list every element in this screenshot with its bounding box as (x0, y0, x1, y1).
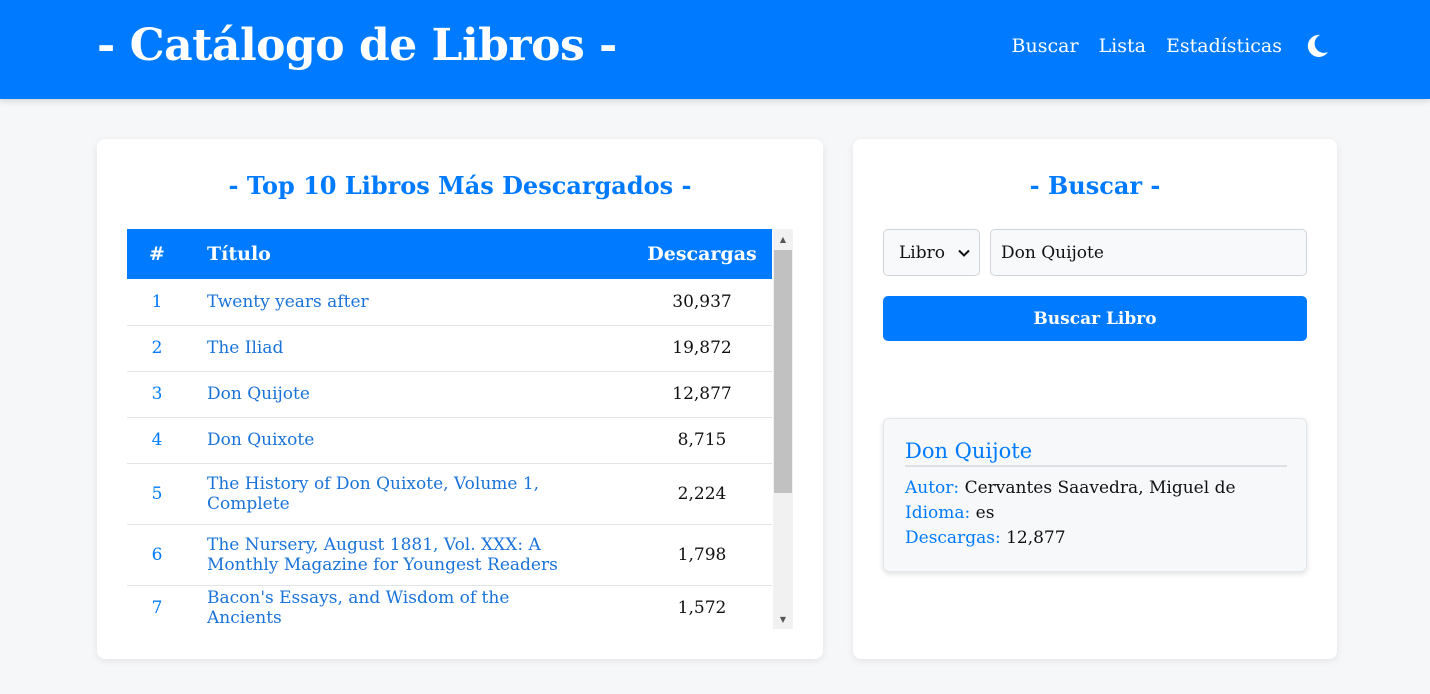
search-type-select[interactable]: Libro (883, 229, 980, 276)
table-row: 7 Bacon's Essays, and Wisdom of the Anci… (127, 585, 772, 629)
main-nav: Buscar Lista Estadísticas (1012, 32, 1330, 60)
column-header-num: # (149, 243, 165, 265)
table-scrollbar[interactable]: ▲ ▼ (773, 229, 793, 629)
row-downloads: 1,798 (677, 544, 727, 565)
table-row: 2 The Iliad 19,872 (127, 325, 772, 371)
row-book-title-link[interactable]: Don Quijote (187, 371, 632, 417)
row-rank: 2 (151, 338, 163, 358)
row-rank: 4 (151, 430, 163, 450)
chevron-down-icon (957, 245, 971, 259)
search-type-selected: Libro (899, 242, 945, 263)
row-downloads: 2,224 (677, 483, 727, 504)
nav-link-estadisticas[interactable]: Estadísticas (1166, 35, 1282, 57)
row-rank: 3 (151, 384, 163, 404)
top10-title: - Top 10 Libros Más Descargados - (228, 171, 692, 200)
column-header-title: Título (207, 243, 271, 265)
moon-icon[interactable] (1304, 32, 1330, 60)
row-downloads: 8,715 (677, 430, 727, 450)
result-card: Don Quijote Autor: Cervantes Saavedra, M… (883, 418, 1307, 572)
table-row: 3 Don Quijote 12,877 (127, 371, 772, 417)
top10-table: # Título Descargas 1 Twenty years after … (127, 229, 772, 629)
row-rank: 7 (151, 598, 163, 618)
result-author: Autor: Cervantes Saavedra, Miguel de (905, 478, 1236, 498)
search-row: Libro (883, 229, 1307, 276)
scroll-down-arrow-icon[interactable]: ▼ (773, 609, 793, 629)
result-book-title[interactable]: Don Quijote (905, 439, 1287, 467)
row-book-title-link[interactable]: The Iliad (187, 325, 632, 371)
top10-table-container[interactable]: # Título Descargas 1 Twenty years after … (127, 229, 793, 629)
result-author-label: Autor: (905, 478, 960, 498)
table-row: 1 Twenty years after 30,937 (127, 279, 772, 325)
result-language-label: Idioma: (905, 503, 971, 523)
table-row: 4 Don Quixote 8,715 (127, 417, 772, 463)
nav-link-lista[interactable]: Lista (1099, 35, 1146, 57)
row-downloads: 30,937 (672, 291, 732, 312)
row-downloads: 19,872 (672, 338, 732, 358)
row-book-title-link[interactable]: Twenty years after (187, 279, 632, 325)
row-book-title-link[interactable]: Bacon's Essays, and Wisdom of the Ancien… (187, 585, 632, 629)
row-downloads: 12,877 (672, 384, 732, 404)
scroll-up-arrow-icon[interactable]: ▲ (773, 229, 793, 249)
table-row: 5 The History of Don Quixote, Volume 1, … (127, 463, 772, 524)
row-downloads: 1,572 (677, 598, 727, 618)
row-rank: 1 (151, 291, 163, 312)
result-language: Idioma: es (905, 503, 994, 523)
table-header-row: # Título Descargas (127, 229, 772, 279)
row-rank: 5 (151, 483, 163, 504)
row-rank: 6 (151, 544, 163, 565)
result-downloads: Descargas: 12,877 (905, 528, 1066, 548)
top10-card: - Top 10 Libros Más Descargados - # Títu… (97, 139, 823, 659)
row-book-title-link[interactable]: Don Quixote (187, 417, 632, 463)
search-book-button[interactable]: Buscar Libro (883, 296, 1307, 341)
search-title: - Buscar - (1029, 171, 1161, 200)
search-input[interactable] (990, 229, 1307, 276)
result-language-value: es (975, 503, 995, 523)
table-row: 6 The Nursery, August 1881, Vol. XXX: A … (127, 524, 772, 585)
nav-link-buscar[interactable]: Buscar (1012, 35, 1079, 57)
search-card: - Buscar - Libro Buscar Libro Don Quijot… (853, 139, 1337, 659)
top-navbar: - Catálogo de Libros - Buscar Lista Esta… (0, 0, 1430, 99)
row-book-title-link[interactable]: The History of Don Quixote, Volume 1, Co… (187, 463, 632, 524)
column-header-downloads: Descargas (647, 243, 757, 265)
row-book-title-link[interactable]: The Nursery, August 1881, Vol. XXX: A Mo… (187, 524, 632, 585)
app-title: - Catálogo de Libros - (97, 20, 617, 71)
result-author-value: Cervantes Saavedra, Miguel de (964, 478, 1236, 498)
result-downloads-value: 12,877 (1006, 528, 1066, 548)
scrollbar-thumb[interactable] (774, 250, 792, 493)
result-downloads-label: Descargas: (905, 528, 1001, 548)
